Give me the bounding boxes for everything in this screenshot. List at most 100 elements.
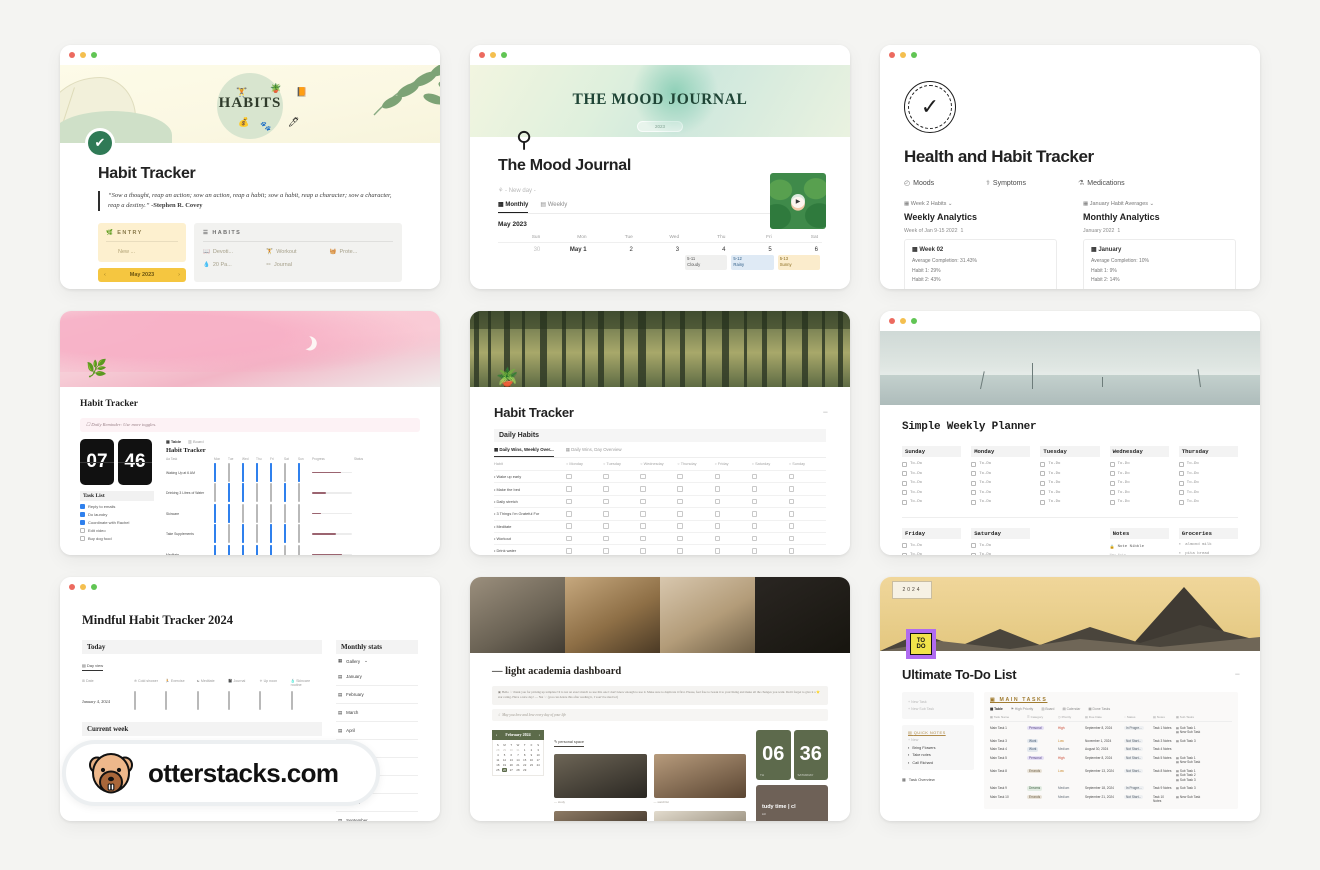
template-card-light-academia[interactable]: — light academia dashboard ▣ Hello ♡ tha…: [470, 577, 850, 821]
close-dot-icon[interactable]: [889, 52, 895, 58]
checkbox[interactable]: [566, 486, 572, 492]
date-cell[interactable]: 9: [529, 753, 535, 757]
weekly-card[interactable]: ▦ Week 02 Average Completion: 31.43% Hab…: [904, 239, 1057, 289]
table-row[interactable]: Skincare: [166, 505, 420, 523]
minimize-dot-icon[interactable]: [900, 318, 906, 324]
task-overview-link[interactable]: ▦ Task Overview: [902, 777, 974, 782]
tab-done-tasks[interactable]: ▦ Done Tasks: [1088, 707, 1110, 711]
checkbox[interactable]: [677, 548, 683, 554]
date-cell[interactable]: 24: [535, 763, 541, 767]
tab-day-overview[interactable]: ▦ Daily Wins, Day Overview: [566, 447, 622, 457]
checkbox[interactable]: [1110, 481, 1115, 486]
template-card-mood-journal[interactable]: THE MOOD JOURNAL 2023 ⚲ The Mood Journal…: [470, 45, 850, 289]
date-cell[interactable]: 23: [529, 763, 535, 767]
checkbox[interactable]: [242, 463, 244, 482]
thumb-extra-1[interactable]: [554, 811, 647, 821]
todo-row[interactable]: To-Do: [902, 471, 961, 476]
todo-row[interactable]: To-Do: [971, 500, 1030, 505]
task-row[interactable]: Reply to emails: [80, 504, 154, 509]
date-cell[interactable]: 5: [502, 753, 508, 757]
checkbox[interactable]: [603, 536, 609, 542]
checkbox[interactable]: [270, 545, 272, 556]
todo-row[interactable]: To-Do: [902, 462, 961, 467]
todo-row[interactable]: To-Do: [902, 553, 961, 556]
table-row[interactable]: • Make the bed: [494, 482, 826, 494]
checkbox[interactable]: [228, 691, 230, 710]
checkbox[interactable]: [228, 524, 230, 543]
checkbox[interactable]: [259, 691, 261, 710]
checkbox[interactable]: [214, 483, 216, 502]
monthly-source[interactable]: ▦ January Habit Averages ⌄: [1083, 201, 1236, 207]
checkbox[interactable]: [214, 524, 216, 543]
checkbox[interactable]: [677, 536, 683, 542]
checkbox[interactable]: [640, 486, 646, 492]
entry-card[interactable]: 🌿 ENTRY New ...: [98, 223, 186, 262]
todo-row[interactable]: To-Do: [1179, 500, 1238, 505]
checkbox[interactable]: [566, 499, 572, 505]
checkbox[interactable]: [256, 545, 258, 556]
checkbox[interactable]: [134, 691, 136, 710]
date-cell[interactable]: 17: [535, 758, 541, 762]
table-row[interactable]: Main Task 8 Errands Low September 13, 2024 N…: [990, 769, 1232, 782]
checkbox[interactable]: [752, 536, 758, 542]
calendar-chip[interactable]: 5-13 Sunny: [778, 255, 820, 270]
sidebar-link[interactable]: + New Sub Task: [908, 707, 968, 711]
date-cell[interactable]: 30: [508, 748, 514, 752]
checkbox[interactable]: [1040, 481, 1045, 486]
sub-task[interactable]: ▤ New Sub Task: [1176, 795, 1232, 799]
checkbox[interactable]: [270, 483, 272, 502]
date-cell[interactable]: 18: [495, 763, 501, 767]
template-card-ultimate-todo[interactable]: 2024 TO DO Ultimate To-Do List − + New Ta…: [880, 577, 1260, 821]
date-cell[interactable]: 2: [529, 748, 535, 752]
checkbox[interactable]: [752, 511, 758, 517]
checkbox[interactable]: [256, 483, 258, 502]
checkbox[interactable]: [284, 545, 286, 556]
checkbox[interactable]: [270, 504, 272, 523]
checkbox[interactable]: [214, 504, 216, 523]
sidebar-link[interactable]: + New Task: [908, 700, 968, 704]
template-card-habit-tracker-forest[interactable]: 🪴 Habit Tracker − Daily Habits ▦ Daily W…: [470, 311, 850, 555]
calendar-widget[interactable]: ‹ February 2024 › S M T W T F S 28 29 30 31 1 2 3 4 5 6 7 8 9…: [492, 730, 544, 821]
sub-task[interactable]: ▤ Sub Task 3: [1176, 739, 1232, 743]
checkbox[interactable]: [902, 543, 907, 548]
minus-icon[interactable]: −: [823, 407, 828, 417]
todo-row[interactable]: To-Do: [902, 490, 961, 495]
month-row[interactable]: ▤ September: [336, 812, 418, 821]
maximize-dot-icon[interactable]: [911, 52, 917, 58]
checkbox[interactable]: [715, 486, 721, 492]
task-row[interactable]: Do laundry: [80, 512, 154, 517]
table-row[interactable]: Drinking 3 Litres of Water: [166, 484, 420, 502]
todo-row[interactable]: To-Do: [971, 553, 1030, 556]
link-moods[interactable]: ◴ Moods: [904, 179, 934, 187]
checkbox[interactable]: [80, 528, 85, 533]
close-dot-icon[interactable]: [889, 318, 895, 324]
task-row[interactable]: Buy dog food: [80, 536, 154, 541]
monthly-card[interactable]: ▦ January Average Completion: 10% Habit …: [1083, 239, 1236, 289]
checkbox[interactable]: [902, 471, 907, 476]
date-cell[interactable]: 15: [522, 758, 528, 762]
todo-row[interactable]: To-Do: [902, 481, 961, 486]
new-task-box[interactable]: + New Task + New Sub Task: [902, 692, 974, 719]
chevron-right-icon[interactable]: ›: [539, 732, 540, 737]
date-cell[interactable]: 14: [515, 758, 521, 762]
checkbox[interactable]: [284, 483, 286, 502]
checkbox[interactable]: [971, 462, 976, 467]
link-medications[interactable]: ⚗ Medications: [1078, 179, 1125, 187]
checkbox[interactable]: [677, 486, 683, 492]
tab-table[interactable]: ▦ Table: [166, 439, 181, 444]
todo-row[interactable]: To-Do: [1179, 490, 1238, 495]
checkbox[interactable]: [971, 500, 976, 505]
quick-notes-new[interactable]: + New: [908, 738, 968, 742]
checkbox[interactable]: [789, 474, 795, 480]
minimize-dot-icon[interactable]: [490, 52, 496, 58]
quick-note-item[interactable]: ▪ Bring Flowers: [908, 746, 968, 750]
entry-new-item[interactable]: New ...: [106, 249, 178, 255]
checkbox[interactable]: [566, 548, 572, 554]
checkbox[interactable]: [242, 504, 244, 523]
checkbox[interactable]: [715, 511, 721, 517]
habit-item[interactable]: 🏋 Workout: [266, 249, 329, 255]
checkbox[interactable]: [640, 499, 646, 505]
date-cell[interactable]: 7: [515, 753, 521, 757]
play-icon[interactable]: ▶: [791, 194, 805, 208]
checkbox[interactable]: [1179, 481, 1184, 486]
